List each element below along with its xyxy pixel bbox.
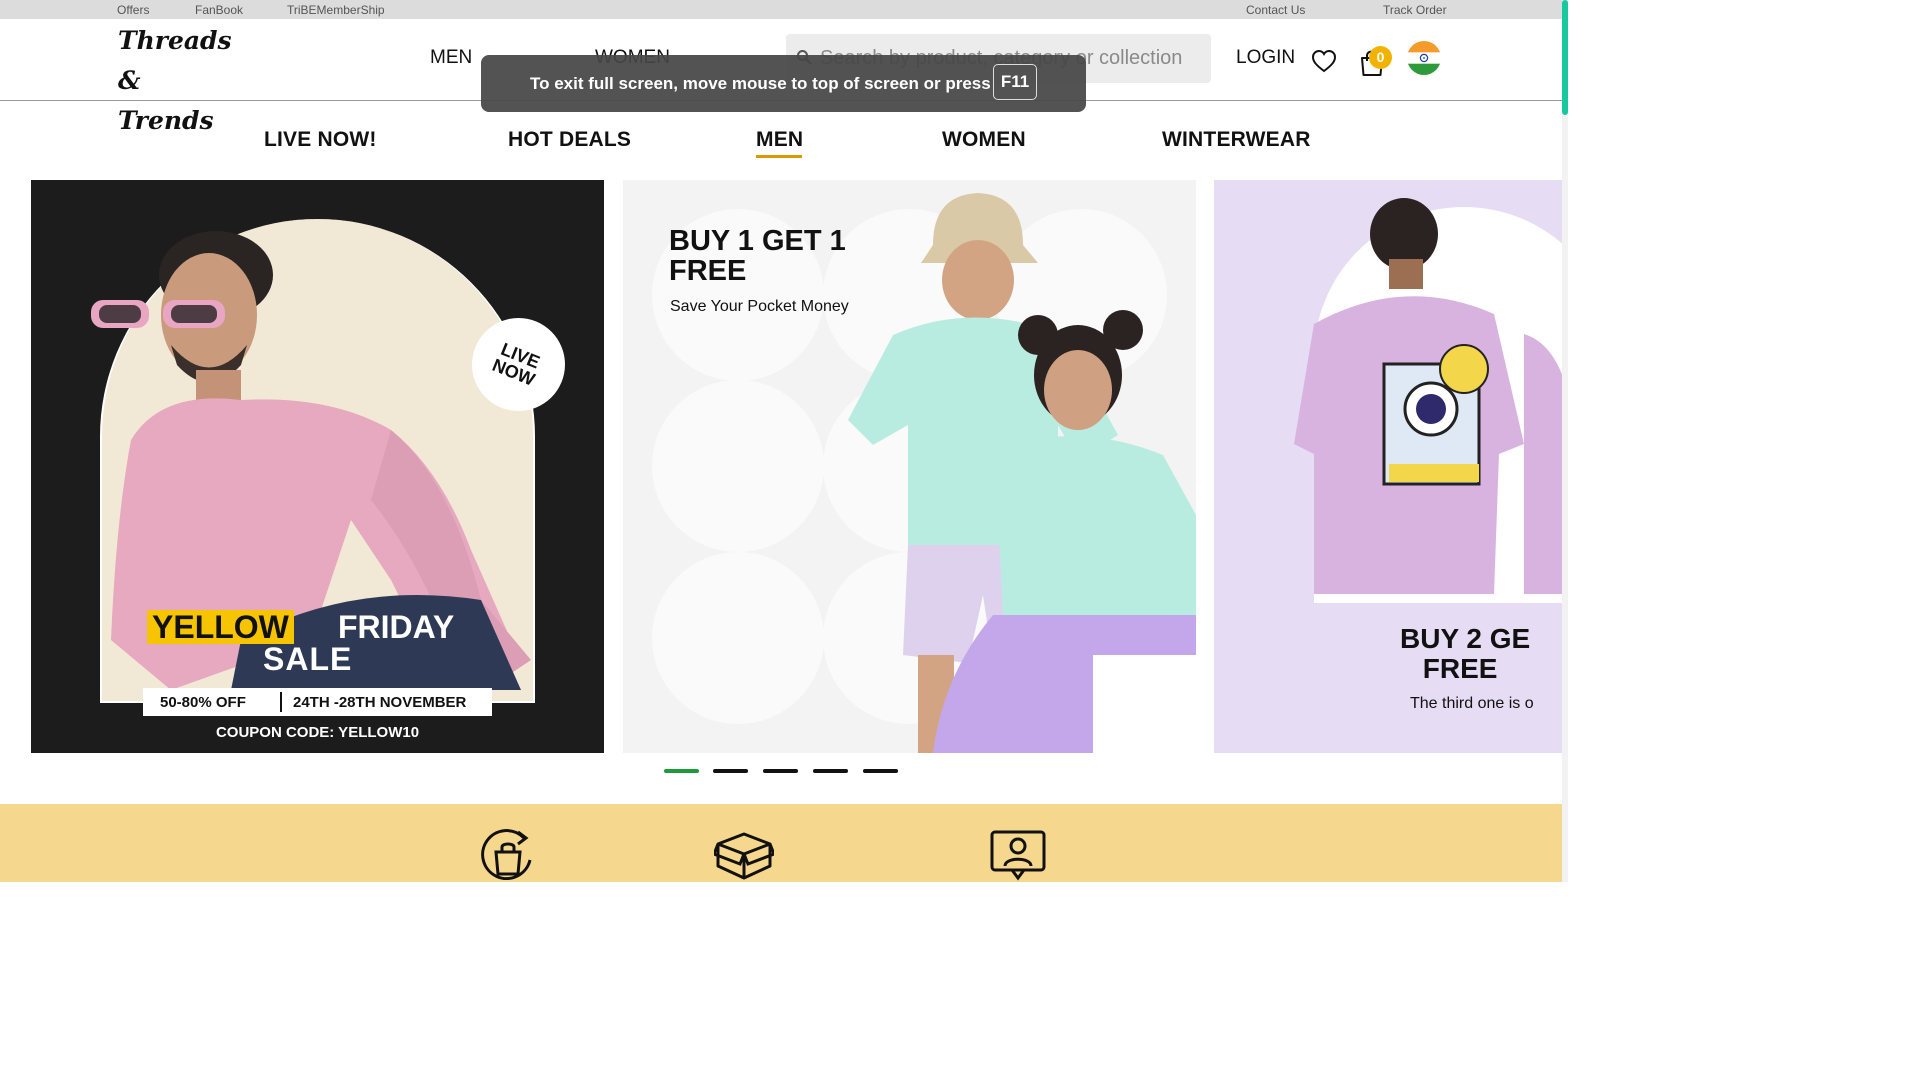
carousel-dot-5[interactable]: [863, 769, 898, 773]
sale-info-strip: 50-80% OFF 24TH -28TH NOVEMBER: [143, 688, 492, 716]
model-back-illustration: [1294, 198, 1568, 594]
offers-link[interactable]: Offers: [117, 3, 149, 17]
open-box-icon: [714, 832, 774, 880]
header-nav-men[interactable]: MEN: [430, 47, 472, 69]
tribe-membership-link[interactable]: TriBEMemberShip: [287, 3, 385, 17]
f11-key: F11: [993, 64, 1037, 100]
contact-us-link[interactable]: Contact Us: [1246, 3, 1305, 17]
category-men[interactable]: MEN: [756, 128, 803, 152]
b2g1-title-line1: BUY 2 GE: [1400, 623, 1531, 654]
fullscreen-exit-notice: To exit full screen, move mouse to top o…: [481, 55, 1086, 112]
features-strip: [0, 804, 1562, 882]
fanbook-link[interactable]: FanBook: [195, 3, 243, 17]
carousel-dot-3[interactable]: [763, 769, 798, 773]
b2g1-title-line2: FREE: [1422, 653, 1498, 684]
strip-divider: [280, 692, 282, 712]
carousel-dot-1[interactable]: [664, 769, 699, 773]
category-live-now[interactable]: LIVE NOW!: [264, 128, 377, 152]
live-now-text: LIVE NOW: [489, 338, 543, 390]
carousel-dot-4[interactable]: [813, 769, 848, 773]
banner-buy-1-get-1[interactable]: BUY 1 GET 1 FREE Save Your Pocket Money: [623, 180, 1196, 753]
top-utility-bar: Offers FanBook TriBEMemberShip Contact U…: [0, 0, 1568, 19]
banner-yellow-friday-sale[interactable]: LIVE NOW YELLOW FRIDAY SALE 50-80% OFF 2…: [31, 180, 604, 753]
track-order-link[interactable]: Track Order: [1383, 3, 1447, 17]
carousel-dot-2[interactable]: [713, 769, 748, 773]
coupon-code: COUPON CODE: YELLOW10: [215, 724, 420, 741]
user-badge-icon: [990, 830, 1046, 881]
b2g1-subtitle: The third one is o: [1410, 695, 1534, 712]
banner-buy-2-get-1[interactable]: BUY 2 GE FREE The third one is o: [1214, 180, 1568, 753]
cart-count-badge: 0: [1369, 46, 1392, 69]
heart-icon[interactable]: [1311, 48, 1337, 74]
page-scrollbar-thumb[interactable]: [1562, 0, 1568, 115]
site-logo[interactable]: Threads & Trends: [118, 21, 258, 141]
bg-circle: [652, 552, 824, 724]
b1g1-subtitle: Save Your Pocket Money: [670, 298, 849, 315]
fullscreen-message: To exit full screen, move mouse to top o…: [530, 74, 991, 93]
active-category-underline: [756, 155, 802, 158]
sale-dates: 24TH -28TH NOVEMBER: [293, 694, 467, 711]
sale-title-rest: FRIDAY: [338, 609, 455, 645]
category-women[interactable]: WOMEN: [942, 128, 1026, 152]
bg-circle: [652, 380, 824, 552]
live-now-badge: LIVE NOW: [472, 318, 565, 411]
login-link[interactable]: LOGIN: [1236, 47, 1295, 69]
sale-title-line2: SALE: [263, 641, 353, 677]
b1g1-title: BUY 1 GET 1 FREE: [669, 225, 846, 287]
b2g1-title: BUY 2 GE FREE: [1400, 624, 1530, 684]
logo-line-1: Threads &: [118, 26, 232, 95]
sale-discount: 50-80% OFF: [160, 694, 246, 711]
return-bag-icon: [481, 829, 532, 881]
logo-line-2: Trends: [118, 106, 214, 135]
sale-title-highlight: YELLOW: [147, 610, 294, 644]
india-flag-icon[interactable]: [1407, 41, 1441, 75]
page-scrollbar-track[interactable]: [1562, 0, 1568, 882]
category-winterwear[interactable]: WINTERWEAR: [1162, 128, 1311, 152]
category-hot-deals[interactable]: HOT DEALS: [508, 128, 631, 152]
